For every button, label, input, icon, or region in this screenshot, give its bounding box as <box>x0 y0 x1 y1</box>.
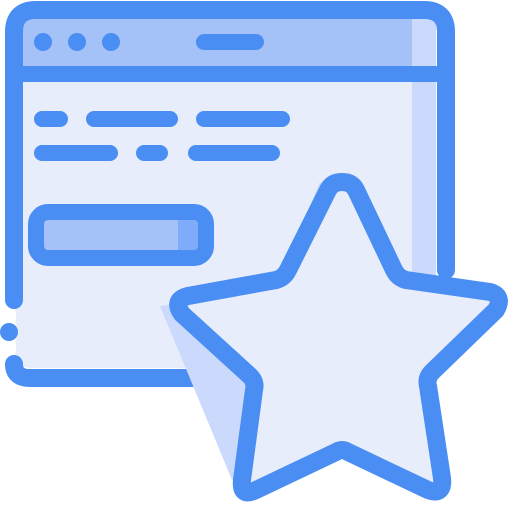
window-outline-dot <box>0 323 18 341</box>
icon-canvas <box>0 0 512 512</box>
window-dot-1 <box>34 33 52 51</box>
browser-favorite-icon <box>0 1 508 502</box>
window-page-shade <box>412 74 436 284</box>
page-button <box>28 204 214 266</box>
window-dot-2 <box>68 33 86 51</box>
window-dot-3 <box>102 33 120 51</box>
